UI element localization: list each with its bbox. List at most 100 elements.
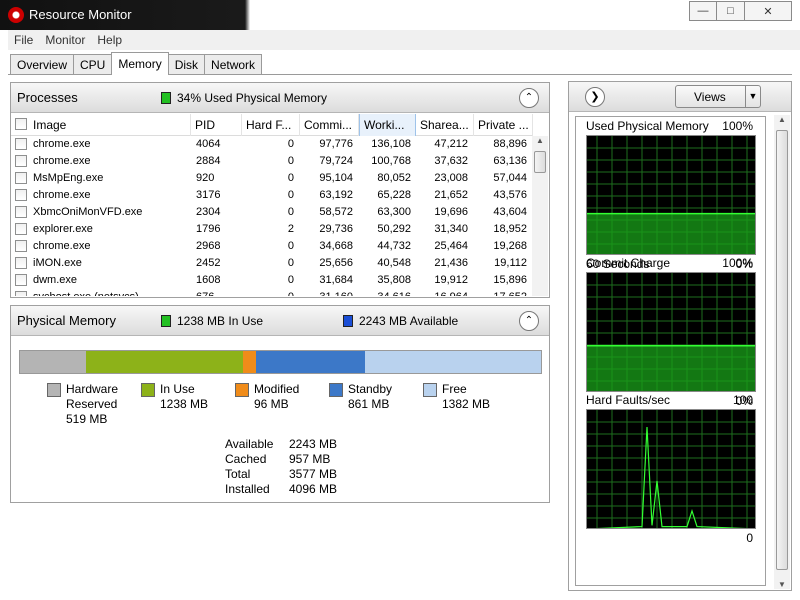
row-checkbox[interactable] <box>15 257 27 269</box>
stat-label: Available <box>225 437 274 451</box>
row-checkbox[interactable] <box>15 240 27 252</box>
memory-segment-hardware-reserved <box>20 351 86 373</box>
menu-monitor[interactable]: Monitor <box>39 30 91 47</box>
table-row[interactable]: explorer.exe 1796 2 29,736 50,292 31,340 18,95… <box>11 221 533 238</box>
cell-image: svchost.exe (netsvcs) <box>33 291 183 296</box>
table-row[interactable]: chrome.exe 2968 0 34,668 44,732 25,464 19,268 <box>11 238 533 255</box>
cell-shareable: 19,912 <box>434 274 468 286</box>
menu-help[interactable]: Help <box>91 30 128 47</box>
table-row[interactable]: iMON.exe 2452 0 25,656 40,548 21,436 19,112 <box>11 255 533 272</box>
cell-commit: 31,160 <box>300 291 353 296</box>
column-working-set[interactable]: Worki... <box>359 114 416 136</box>
tab-cpu[interactable]: CPU <box>73 54 113 75</box>
select-all-checkbox[interactable] <box>15 118 27 130</box>
physical-memory-header[interactable]: Physical Memory 1238 MB In Use 2243 MB A… <box>11 306 549 336</box>
legend-line: Modified <box>254 382 300 396</box>
scroll-thumb[interactable] <box>534 151 546 173</box>
column-image[interactable]: Image <box>11 114 191 136</box>
row-checkbox[interactable] <box>15 189 27 201</box>
graph-title: Used Physical Memory <box>586 119 709 133</box>
cell-shareable: 25,464 <box>434 240 468 252</box>
row-checkbox[interactable] <box>15 223 27 235</box>
collapse-icon[interactable]: ⌃ <box>519 311 539 331</box>
cell-working-set: 80,052 <box>377 172 411 184</box>
legend-line: In Use <box>160 382 195 396</box>
tab-disk[interactable]: Disk <box>167 54 206 75</box>
column-pid[interactable]: PID <box>191 114 242 136</box>
graph-scrollbar[interactable]: ▲ ▼ <box>774 115 790 589</box>
table-row[interactable]: XbmcOniMonVFD.exe 2304 0 58,572 63,300 19,696… <box>11 204 533 221</box>
cell-commit: 25,656 <box>319 257 353 269</box>
scroll-up-icon[interactable]: ▲ <box>774 115 790 124</box>
stat-row: Cached 957 MB <box>225 452 345 467</box>
menu-file[interactable]: File <box>8 30 39 47</box>
minimize-button[interactable]: — <box>689 1 717 21</box>
scroll-down-icon[interactable]: ▼ <box>774 580 790 589</box>
scroll-up-icon[interactable]: ▲ <box>532 136 548 150</box>
process-rows: chrome.exe 4064 0 97,776 136,108 47,212 88,896… <box>11 136 533 296</box>
cell-hard-faults: 2 <box>287 223 294 235</box>
menu-bar: File Monitor Help <box>0 30 800 50</box>
legend-swatch <box>235 383 249 397</box>
legend-swatch <box>141 383 155 397</box>
used-memory-status: 34% Used Physical Memory <box>161 91 327 105</box>
memory-segment-free <box>365 351 541 373</box>
legend-line: Free <box>442 382 467 396</box>
collapse-icon[interactable]: ⌃ <box>519 88 539 108</box>
cell-image: chrome.exe <box>33 138 91 150</box>
row-checkbox[interactable] <box>15 172 27 184</box>
column-shareable[interactable]: Sharea... <box>416 114 474 136</box>
processes-header[interactable]: Processes 34% Used Physical Memory ⌃ <box>11 83 549 113</box>
processes-panel: Processes 34% Used Physical Memory ⌃ Ima… <box>10 82 550 298</box>
cell-shareable: 16,964 <box>416 291 468 296</box>
legend-swatch <box>329 383 343 397</box>
cell-pid: 920 <box>196 172 215 184</box>
legend-line: 1382 MB <box>442 397 491 411</box>
row-checkbox[interactable] <box>15 291 27 296</box>
close-button[interactable]: ✕ <box>745 1 792 21</box>
column-commit[interactable]: Commi... <box>300 114 359 136</box>
legend-line: 96 MB <box>254 397 289 411</box>
available-text: 2243 MB Available <box>359 314 459 328</box>
views-dropdown[interactable]: Views ▼ <box>675 85 761 108</box>
row-checkbox[interactable] <box>15 274 27 286</box>
cell-pid: 2304 <box>196 206 221 218</box>
expand-right-icon[interactable]: ❯ <box>585 87 605 107</box>
available-status: 2243 MB Available <box>343 314 458 328</box>
table-row[interactable]: chrome.exe 2884 0 79,724 100,768 37,632 63,136 <box>11 153 533 170</box>
legend-text: In Use 1238 MB <box>160 382 208 412</box>
cell-commit: 97,776 <box>319 138 353 150</box>
legend-line: Hardware <box>66 382 119 396</box>
row-checkbox[interactable] <box>15 155 27 167</box>
graph-used-physical-memory <box>586 135 756 255</box>
column-private[interactable]: Private ... <box>474 114 533 136</box>
process-scrollbar[interactable]: ▲ <box>532 136 548 296</box>
legend-line: 1238 MB <box>160 397 209 411</box>
cell-working-set: 44,732 <box>377 240 411 252</box>
tab-memory[interactable]: Memory <box>111 52 169 75</box>
memory-stats: Available 2243 MB Cached 957 MB Total 3577 MB… <box>225 437 345 497</box>
maximize-button[interactable]: □ <box>717 1 745 21</box>
cell-hard-faults: 0 <box>287 189 294 201</box>
graph-pane-header: ❯ Views ▼ <box>569 82 791 112</box>
tab-overview[interactable]: Overview <box>10 54 75 75</box>
used-memory-text: 34% Used Physical Memory <box>177 91 328 105</box>
table-row[interactable]: chrome.exe 4064 0 97,776 136,108 47,212 88,896 <box>11 136 533 153</box>
cell-private: 17,652 <box>474 291 527 296</box>
legend-line: 861 MB <box>348 397 390 411</box>
scroll-thumb[interactable] <box>776 130 788 570</box>
table-row[interactable]: svchost.exe (netsvcs) 676 0 31,160 34,616 16,… <box>11 289 533 296</box>
tab-network[interactable]: Network <box>204 54 263 75</box>
cell-image: explorer.exe <box>33 223 93 235</box>
cell-pid: 676 <box>196 291 236 296</box>
row-checkbox[interactable] <box>15 206 27 218</box>
table-row[interactable]: dwm.exe 1608 0 31,684 35,808 19,912 15,896 <box>11 272 533 289</box>
column-hard-faults[interactable]: Hard F... <box>242 114 300 136</box>
table-row[interactable]: chrome.exe 3176 0 63,192 65,228 21,652 43,576 <box>11 187 533 204</box>
cell-commit: 29,736 <box>319 223 353 235</box>
legend-line: 519 MB <box>66 412 108 426</box>
chevron-down-icon[interactable]: ▼ <box>745 86 760 107</box>
memory-usage-bar <box>19 350 542 374</box>
table-row[interactable]: MsMpEng.exe 920 0 95,104 80,052 23,008 57,044 <box>11 170 533 187</box>
row-checkbox[interactable] <box>15 138 27 150</box>
